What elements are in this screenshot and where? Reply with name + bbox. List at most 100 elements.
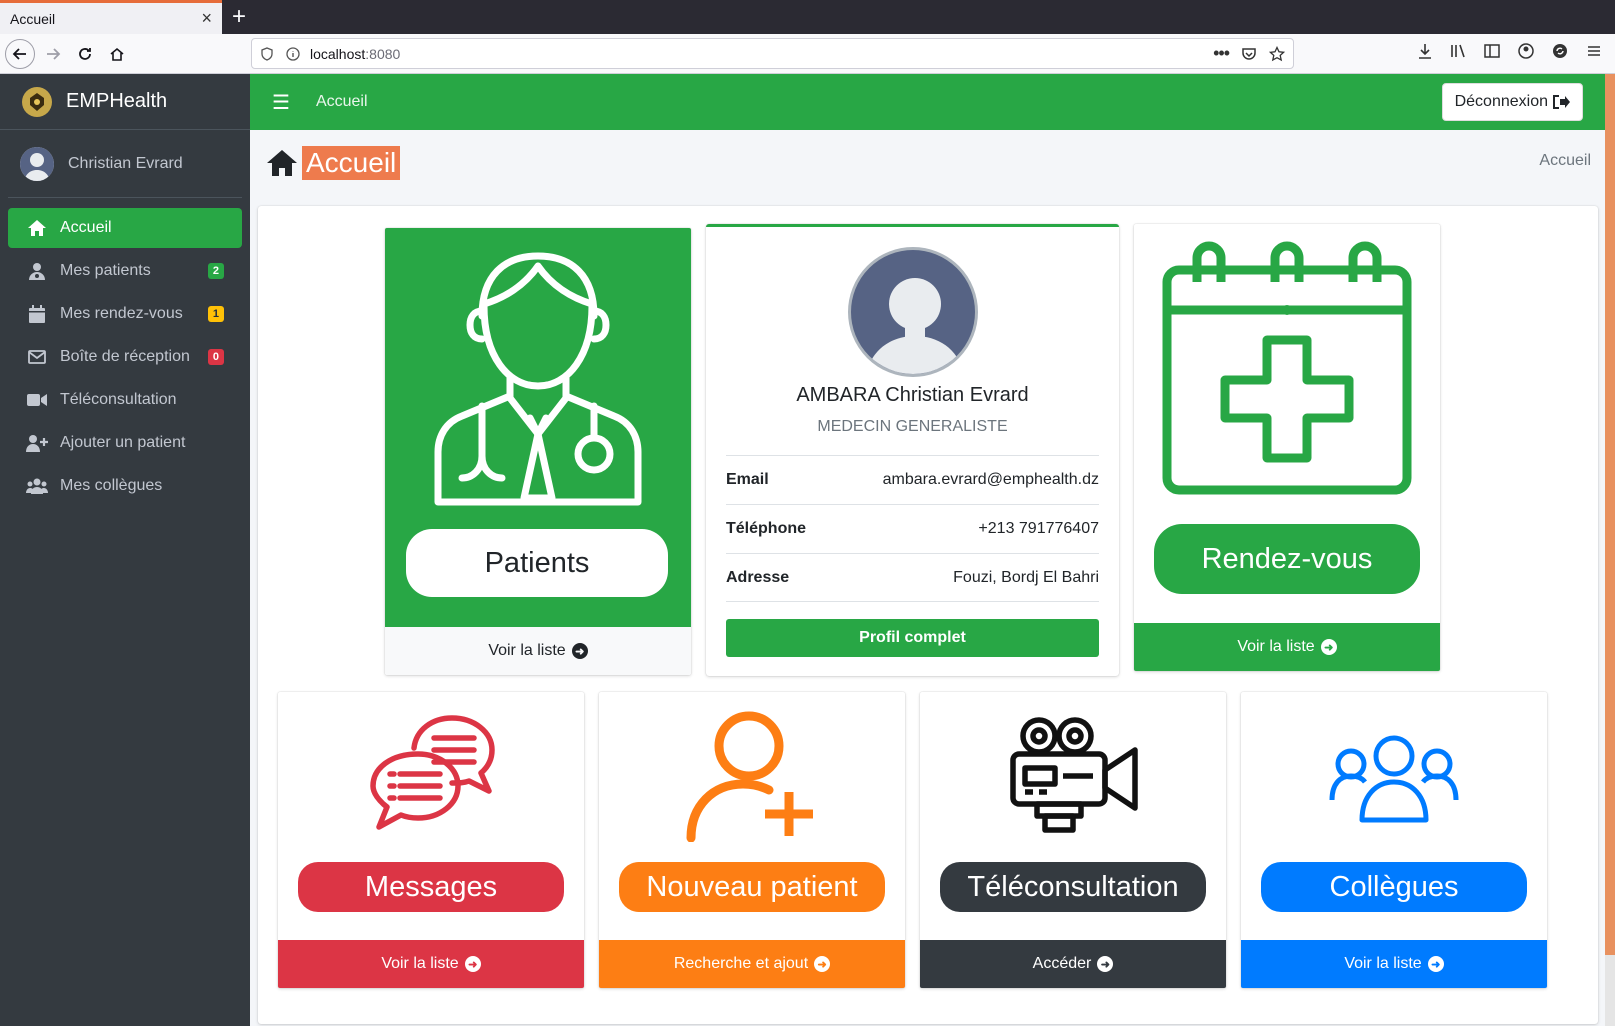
url-host: localhost <box>310 45 366 62</box>
profile-row-email: Email ambara.evrard@emphealth.dz <box>726 455 1099 504</box>
browser-toolbar-right <box>1417 42 1603 60</box>
nouveau-patient-tile[interactable]: Nouveau patient Recherche et ajout ➜ <box>599 692 905 988</box>
download-icon[interactable] <box>1417 42 1433 60</box>
patients-footer-link[interactable]: Voir la liste ➜ <box>385 627 691 675</box>
users-group-icon <box>1329 735 1459 823</box>
home-icon <box>110 47 124 61</box>
user-name: Christian Evrard <box>68 154 183 172</box>
teleconsultation-title: Téléconsultation <box>967 870 1179 903</box>
teleconsultation-tile[interactable]: Téléconsultation Accéder ➜ <box>920 692 1226 988</box>
profile-card: AMBARA Christian Evrard MEDECIN GENERALI… <box>706 224 1119 676</box>
shield-icon <box>261 46 273 61</box>
menu-icon[interactable] <box>1585 42 1603 60</box>
brand[interactable]: EMPHealth <box>0 74 250 130</box>
arrow-circle-right-icon: ➜ <box>1097 956 1114 972</box>
forward-arrow-icon <box>47 48 61 60</box>
url-bar[interactable]: localhost:8080 ••• <box>251 38 1294 69</box>
browser-tab-bar: Accueil × + <box>0 0 1615 34</box>
full-profile-button[interactable]: Profil complet <box>726 619 1099 657</box>
avatar <box>20 146 54 181</box>
home-icon <box>267 150 297 176</box>
patients-footer-label: Voir la liste <box>488 642 566 659</box>
arrow-circle-right-icon: ➜ <box>1320 639 1337 655</box>
url-port: :8080 <box>365 45 401 62</box>
sidebar-item-patients[interactable]: Mes patients 2 <box>8 251 242 291</box>
profile-value: ambara.evrard@emphealth.dz <box>882 471 1099 488</box>
sidebar-item-ajouter-patient[interactable]: Ajouter un patient <box>8 423 242 463</box>
user-md-icon <box>26 262 48 280</box>
chat-bubbles-icon <box>370 715 495 830</box>
sidebar-item-inbox[interactable]: Boîte de réception 0 <box>8 337 242 377</box>
calendar-icon <box>26 305 48 323</box>
sidebar-item-accueil[interactable]: Accueil <box>8 208 242 248</box>
video-icon <box>26 393 48 407</box>
reload-button[interactable] <box>70 39 100 69</box>
envelope-icon <box>26 350 48 364</box>
profile-value: Fouzi, Bordj El Bahri <box>953 568 1099 586</box>
sidebar-toggle-icon[interactable] <box>1483 42 1501 60</box>
profile-value: +213 791776407 <box>978 520 1099 537</box>
home-button[interactable] <box>102 39 132 69</box>
page-title-text: Accueil <box>302 146 401 180</box>
bookmark-star-icon[interactable] <box>1269 45 1285 62</box>
teleconsultation-footer-link[interactable]: Accéder ➜ <box>920 940 1226 988</box>
info-icon <box>286 46 300 61</box>
reload-icon <box>79 48 91 60</box>
messages-footer-link[interactable]: Voir la liste ➜ <box>278 940 584 988</box>
page-actions-icon[interactable]: ••• <box>1213 43 1230 64</box>
doctor-icon <box>434 252 642 506</box>
sidebar-item-collegues[interactable]: Mes collègues <box>8 466 242 506</box>
messages-title-pill: Messages <box>298 862 564 912</box>
sidebar-item-label: Ajouter un patient <box>60 434 186 451</box>
user-plus-icon <box>686 711 813 842</box>
topbar-home-link[interactable]: Accueil <box>316 93 368 111</box>
collegues-tile[interactable]: Collègues Voir la liste ➜ <box>1241 692 1547 988</box>
scrollbar[interactable] <box>1605 955 1615 1026</box>
sidebar: EMPHealth Christian Evrard Accueil Mes p… <box>0 74 250 1026</box>
rendez-vous-title-pill: Rendez-vous <box>1154 524 1420 594</box>
account-icon[interactable] <box>1517 42 1535 60</box>
nouveau-patient-footer-link[interactable]: Recherche et ajout ➜ <box>599 940 905 988</box>
profile-row-phone: Téléphone +213 791776407 <box>726 504 1099 553</box>
brand-logo <box>22 86 52 117</box>
tab-close-icon[interactable]: × <box>201 8 212 29</box>
url-actions: ••• <box>1213 43 1285 64</box>
rendez-vous-footer-label: Voir la liste <box>1237 638 1315 655</box>
user-panel[interactable]: Christian Evrard <box>8 130 242 198</box>
patients-tile[interactable]: Patients Voir la liste ➜ <box>385 228 691 675</box>
new-tab-button[interactable]: + <box>232 3 246 31</box>
collegues-footer-link[interactable]: Voir la liste ➜ <box>1241 940 1547 988</box>
content-header: Accueil Accueil <box>250 130 1605 204</box>
arrow-circle-right-icon: ➜ <box>814 956 831 972</box>
rendez-vous-tile[interactable]: Rendez-vous Voir la liste ➜ <box>1134 224 1440 671</box>
back-button[interactable] <box>5 39 35 69</box>
sidebar-item-rendez-vous[interactable]: Mes rendez-vous 1 <box>8 294 242 334</box>
profile-label: Email <box>726 471 769 488</box>
browser-tab[interactable]: Accueil × <box>0 3 222 34</box>
profile-details: Email ambara.evrard@emphealth.dz Télépho… <box>726 455 1099 602</box>
sidebar-item-teleconsultation[interactable]: Téléconsultation <box>8 380 242 420</box>
home-icon <box>26 219 48 237</box>
profile-label: Téléphone <box>726 520 807 537</box>
sync-icon[interactable] <box>1551 42 1569 60</box>
inbox-count-badge: 0 <box>207 349 224 365</box>
logout-button[interactable]: Déconnexion <box>1441 83 1583 121</box>
breadcrumb[interactable]: Accueil <box>1539 152 1591 170</box>
browser-nav-bar: localhost:8080 ••• <box>0 34 1615 74</box>
forward-button[interactable] <box>38 39 68 69</box>
library-icon[interactable] <box>1449 42 1467 60</box>
profile-label: Adresse <box>726 568 790 586</box>
messages-footer-label: Voir la liste <box>381 955 459 972</box>
rendez-vous-footer-link[interactable]: Voir la liste ➜ <box>1134 623 1440 671</box>
hamburger-menu-icon[interactable]: ☰ <box>272 90 290 115</box>
nouveau-patient-title: Nouveau patient <box>646 870 858 903</box>
nouveau-patient-title-pill: Nouveau patient <box>619 862 885 912</box>
profile-role: MEDECIN GENERALISTE <box>817 418 1008 435</box>
user-plus-icon <box>26 434 48 452</box>
pocket-icon[interactable] <box>1241 46 1257 62</box>
messages-tile[interactable]: Messages Voir la liste ➜ <box>278 692 584 988</box>
arrow-circle-right-icon: ➜ <box>464 956 481 972</box>
sidebar-item-label: Téléconsultation <box>60 391 177 408</box>
sign-out-icon <box>1553 95 1570 109</box>
patients-count-badge: 2 <box>207 263 224 279</box>
